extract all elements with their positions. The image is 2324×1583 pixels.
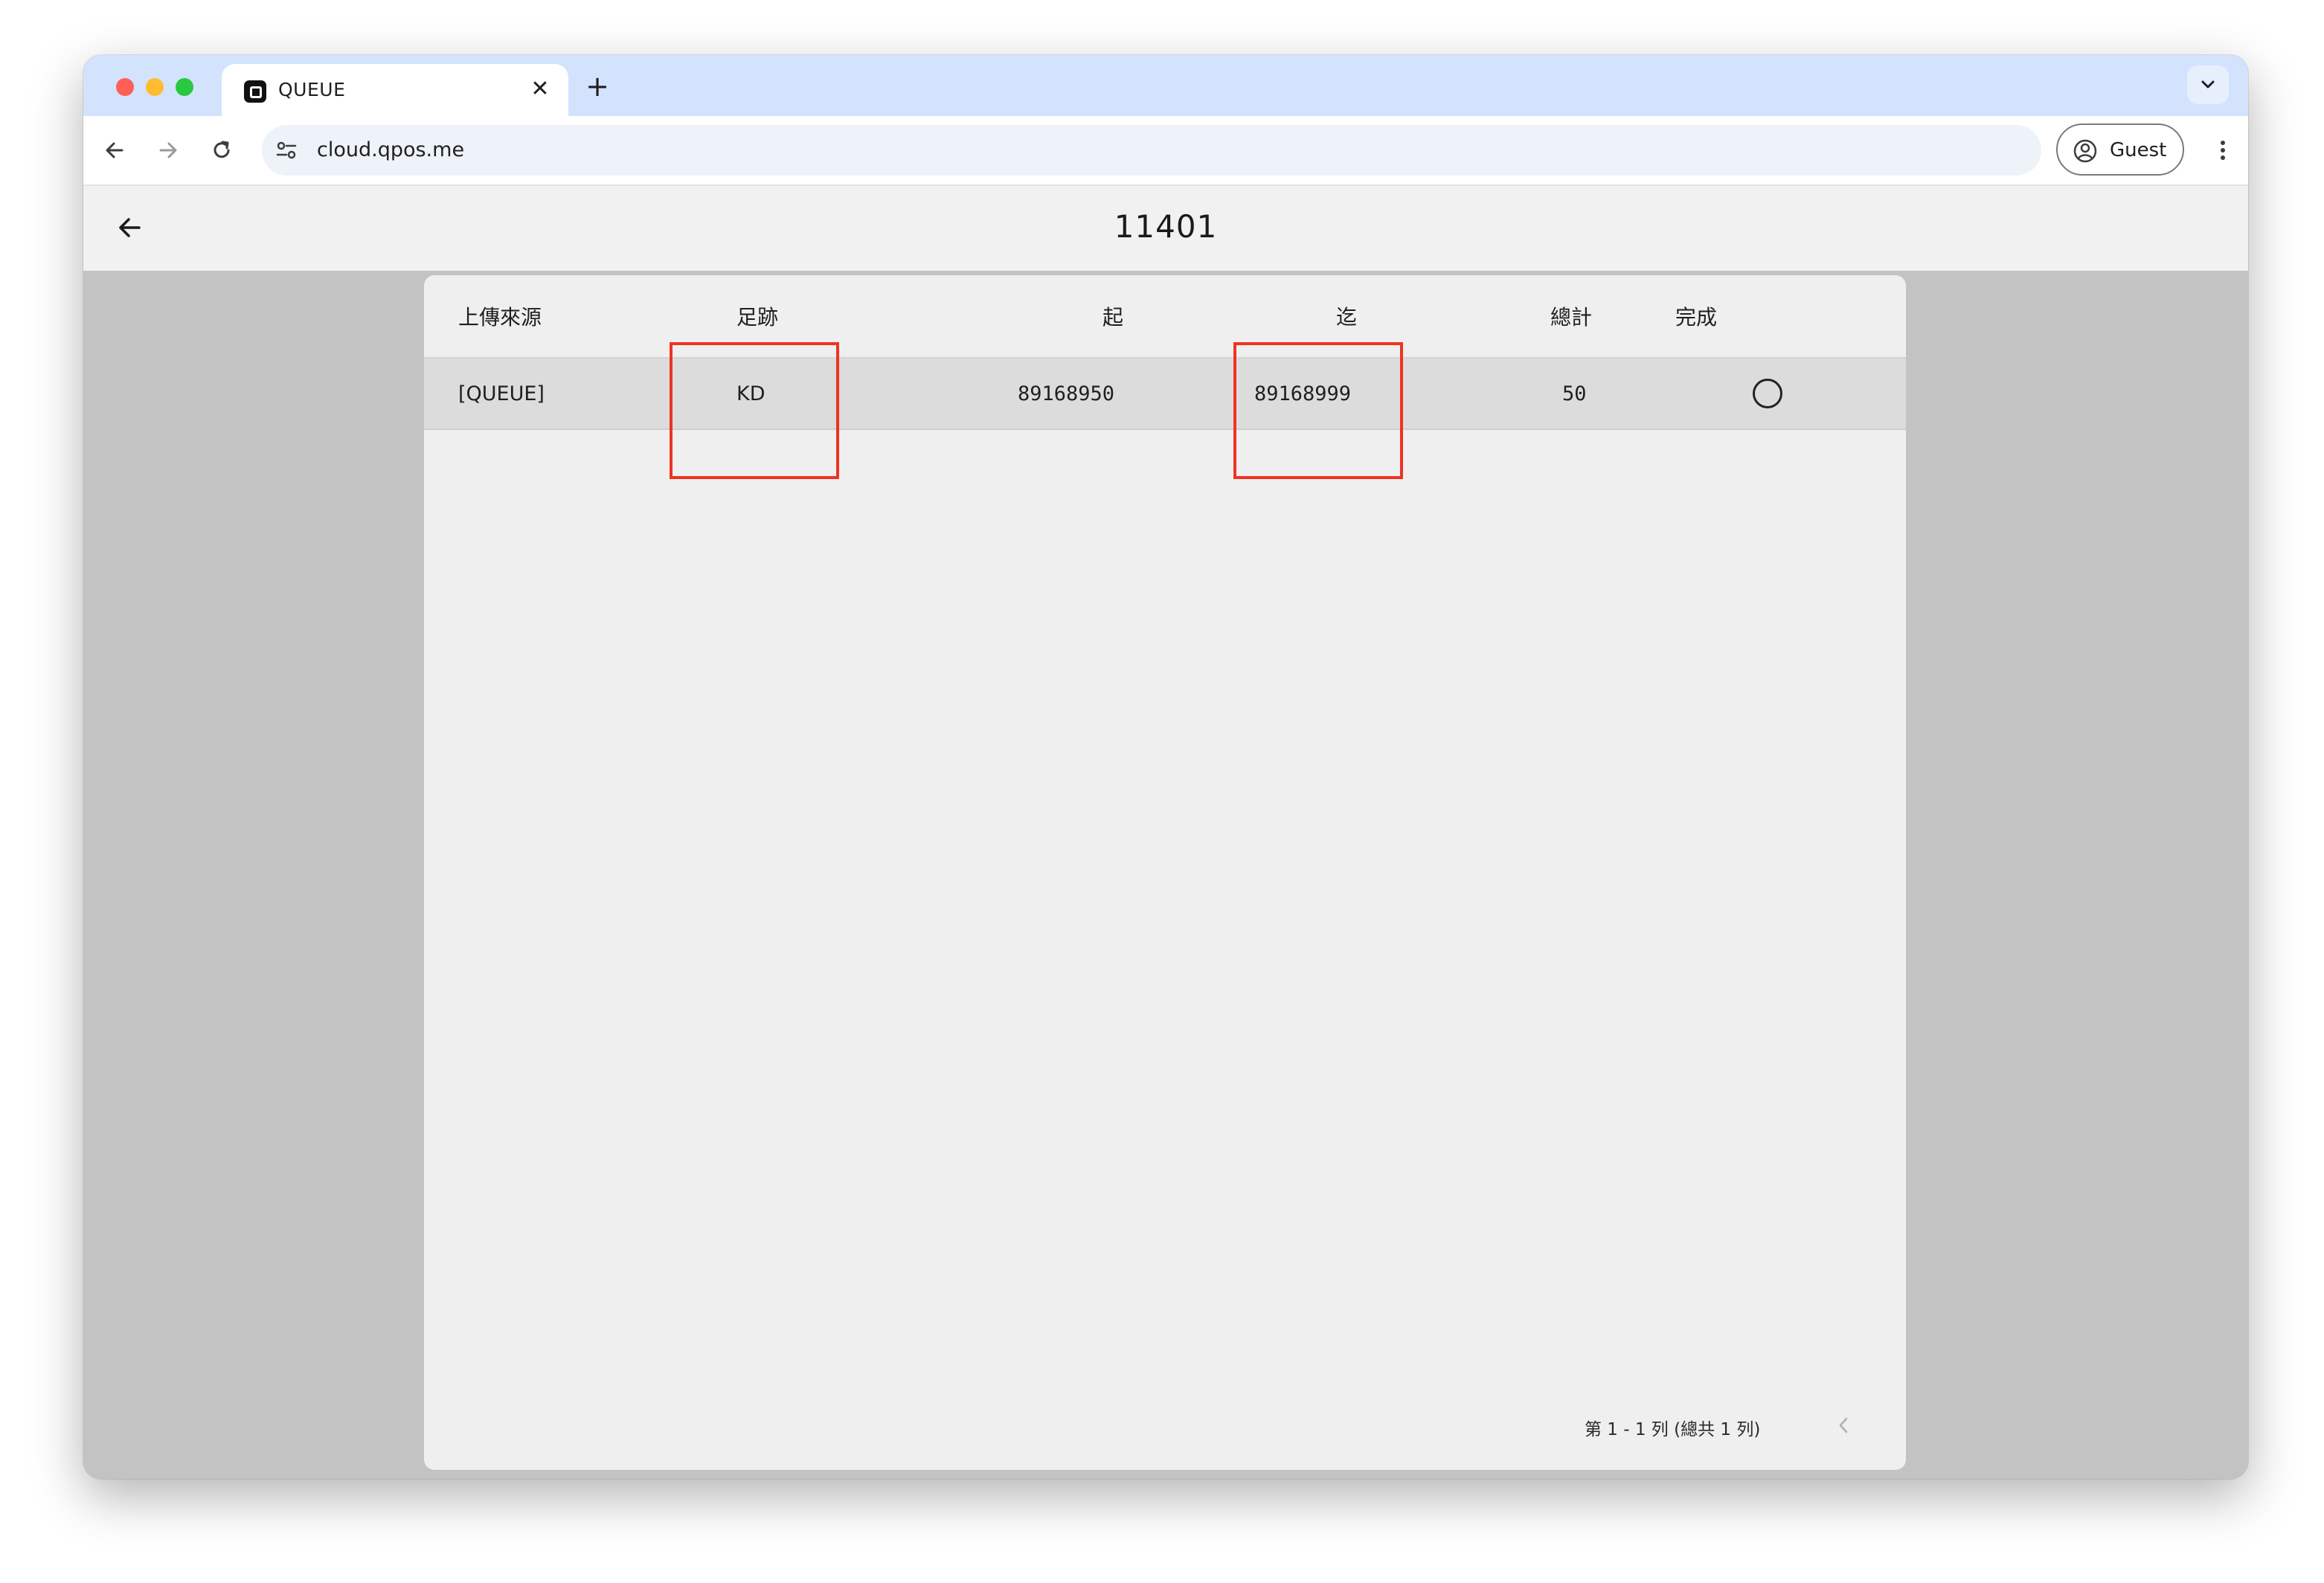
browser-reload-button[interactable] bbox=[201, 129, 243, 171]
browser-menu-button[interactable] bbox=[2202, 129, 2244, 171]
chevron-left-icon bbox=[1839, 1417, 1848, 1433]
queue-logo-icon bbox=[244, 80, 266, 103]
chevron-down-icon bbox=[2201, 80, 2215, 89]
table-row[interactable]: [QUEUE] KD 89168950 89168999 50 bbox=[424, 359, 1906, 430]
maximize-window-button[interactable] bbox=[176, 78, 193, 96]
close-window-button[interactable] bbox=[116, 78, 134, 96]
tab-close-icon[interactable]: ✕ bbox=[525, 74, 555, 104]
cell-track: KD bbox=[736, 382, 765, 405]
column-header-track[interactable]: 足跡 bbox=[736, 275, 778, 357]
user-circle-icon bbox=[2073, 139, 2097, 163]
site-settings-icon[interactable] bbox=[274, 138, 299, 163]
address-bar[interactable]: cloud.qpos.me bbox=[262, 125, 2041, 176]
column-header-done[interactable]: 完成 bbox=[1675, 275, 1717, 357]
arrow-right-icon bbox=[159, 142, 177, 158]
circle-icon[interactable] bbox=[1753, 379, 1782, 408]
arrow-left-icon bbox=[106, 142, 123, 158]
cell-start: 89168950 bbox=[1018, 382, 1115, 405]
tab-title: QUEUE bbox=[278, 79, 346, 100]
profile-guest-button[interactable]: Guest bbox=[2056, 123, 2184, 176]
column-header-end[interactable]: 迄 bbox=[1336, 275, 1357, 357]
minimize-window-button[interactable] bbox=[146, 78, 164, 96]
pagination-prev-button[interactable] bbox=[1824, 1406, 1863, 1445]
page-title: 11401 bbox=[1114, 208, 1218, 245]
browser-window: QUEUE ✕ + cloud.qpos.me Guest 11401 上傳來源… bbox=[83, 55, 2248, 1479]
profile-label: Guest bbox=[2110, 139, 2167, 161]
column-header-total[interactable]: 總計 bbox=[1550, 275, 1592, 357]
pagination-summary: 第 1 - 1 列 (總共 1 列) bbox=[1585, 1420, 1761, 1439]
cell-done bbox=[1753, 359, 1782, 428]
cell-total: 50 bbox=[1562, 382, 1587, 405]
tab-queue[interactable]: QUEUE ✕ bbox=[222, 64, 568, 116]
reload-icon bbox=[214, 141, 230, 158]
browser-toolbar: cloud.qpos.me Guest bbox=[83, 116, 2248, 186]
address-url: cloud.qpos.me bbox=[317, 138, 465, 161]
table-header: 上傳來源 足跡 起 迄 總計 完成 bbox=[424, 275, 1906, 359]
more-vertical-icon bbox=[2221, 141, 2225, 160]
column-header-start[interactable]: 起 bbox=[1102, 275, 1123, 357]
tab-bar: QUEUE ✕ + bbox=[83, 55, 2248, 116]
browser-forward-button[interactable] bbox=[147, 129, 189, 171]
data-table-card: 上傳來源 足跡 起 迄 總計 完成 [QUEUE] KD 89168950 89… bbox=[424, 275, 1906, 1470]
new-tab-button[interactable]: + bbox=[579, 68, 616, 106]
cell-source: [QUEUE] bbox=[458, 382, 545, 405]
browser-back-button[interactable] bbox=[94, 129, 135, 171]
page-header: 11401 bbox=[83, 186, 2248, 271]
cell-end: 89168999 bbox=[1254, 382, 1352, 405]
column-header-source[interactable]: 上傳來源 bbox=[458, 275, 542, 357]
tab-search-button[interactable] bbox=[2187, 65, 2229, 104]
